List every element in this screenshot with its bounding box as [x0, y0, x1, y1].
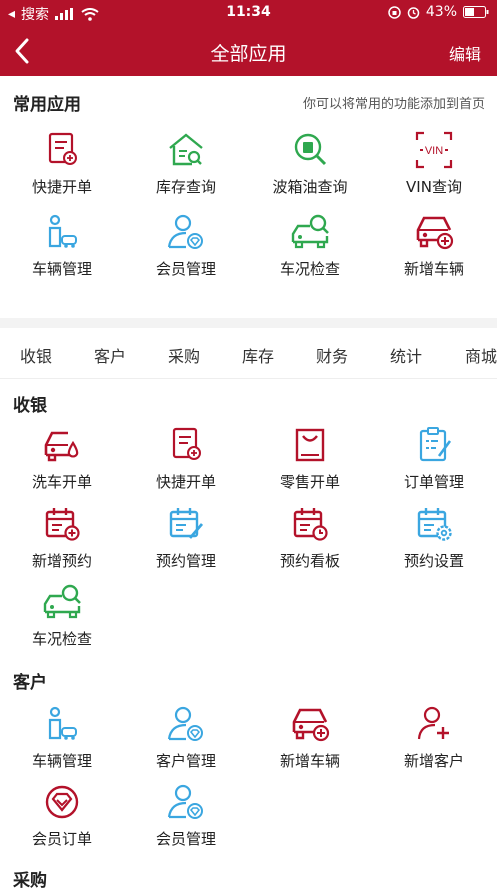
- app-add-appointment[interactable]: 新增预约: [0, 504, 124, 576]
- nav-bar: 全部应用 编辑: [0, 26, 497, 76]
- customer-section-title: 客户: [13, 673, 47, 693]
- app-member-management-2[interactable]: 会员管理: [124, 782, 248, 854]
- app-label: 车辆管理: [31, 260, 92, 278]
- cashier-section-title: 收银: [13, 396, 47, 416]
- car-wash-order-icon: [44, 431, 79, 462]
- app-label: 订单管理: [403, 473, 464, 491]
- tab-purchase[interactable]: 采购: [168, 343, 200, 367]
- tab-cashier[interactable]: 收银: [20, 343, 52, 367]
- orientation-lock-icon: [388, 5, 401, 19]
- app-label: VIN查询: [406, 178, 462, 196]
- app-label: 波箱油查询: [272, 178, 348, 196]
- app-label: 零售开单: [279, 473, 340, 491]
- app-label: 预约看板: [279, 552, 340, 570]
- quick-order-icon: [172, 427, 201, 460]
- app-label: 车辆管理: [31, 752, 92, 770]
- add-customer-icon: [417, 706, 449, 740]
- app-gearbox-oil-query[interactable]: 波箱油查询: [248, 130, 372, 202]
- app-label: 洗车开单: [31, 473, 92, 491]
- add-vehicle-icon: [292, 708, 330, 742]
- app-label: 新增车辆: [403, 260, 464, 278]
- status-right: 43%: [388, 4, 489, 20]
- app-vin-query[interactable]: VIN VIN查询: [372, 130, 496, 202]
- app-label: 库存查询: [155, 178, 216, 196]
- tab-mall[interactable]: 商城: [465, 343, 497, 367]
- app-vehicle-inspection[interactable]: 车况检查: [248, 212, 372, 284]
- page-title: 全部应用: [210, 43, 287, 65]
- svg-text:VIN: VIN: [425, 145, 443, 157]
- member-management-icon: [167, 214, 203, 249]
- app-appointment-management[interactable]: 预约管理: [124, 504, 248, 576]
- section-divider: [0, 318, 497, 328]
- app-label: 预约管理: [155, 552, 216, 570]
- battery-icon: [463, 6, 489, 18]
- customer-management-icon: [167, 706, 203, 741]
- tab-inventory[interactable]: 库存: [242, 343, 274, 367]
- app-label: 快捷开单: [155, 473, 216, 491]
- add-vehicle-icon: [416, 216, 454, 250]
- appointment-board-icon: [293, 508, 328, 541]
- battery-percent: 43%: [425, 4, 457, 20]
- quick-order-icon: [48, 132, 77, 165]
- vin-query-icon: VIN: [415, 131, 453, 169]
- app-appointment-settings[interactable]: 预约设置: [372, 504, 496, 576]
- app-vehicle-management-2[interactable]: 车辆管理: [0, 704, 124, 776]
- app-label: 新增车辆: [279, 752, 340, 770]
- app-vehicle-inspection-2[interactable]: 车况检查: [0, 582, 124, 654]
- gearbox-oil-query-icon: [294, 133, 327, 166]
- retail-order-icon: [295, 428, 325, 462]
- tab-finance[interactable]: 财务: [316, 343, 348, 367]
- vehicle-inspection-icon: [43, 584, 81, 619]
- app-label: 会员管理: [155, 260, 216, 278]
- app-quick-order[interactable]: 快捷开单: [0, 130, 124, 202]
- inventory-query-icon: [169, 133, 203, 166]
- tab-statistics[interactable]: 统计: [390, 343, 422, 367]
- member-order-icon: [45, 785, 79, 819]
- category-tabs: 收银 客户 采购 库存 财务 统计 商城: [0, 328, 497, 379]
- vehicle-inspection-icon: [291, 214, 329, 249]
- app-member-management[interactable]: 会员管理: [124, 212, 248, 284]
- appointment-management-icon: [169, 508, 204, 539]
- alarm-icon: [407, 6, 420, 19]
- app-inventory-query[interactable]: 库存查询: [124, 130, 248, 202]
- app-add-vehicle[interactable]: 新增车辆: [372, 212, 496, 284]
- app-label: 预约设置: [403, 552, 464, 570]
- app-member-order[interactable]: 会员订单: [0, 782, 124, 854]
- app-vehicle-management[interactable]: 车辆管理: [0, 212, 124, 284]
- vehicle-management-icon: [48, 706, 77, 740]
- app-appointment-board[interactable]: 预约看板: [248, 504, 372, 576]
- tab-customer[interactable]: 客户: [94, 343, 126, 367]
- app-order-management[interactable]: 订单管理: [372, 425, 496, 497]
- order-management-icon: [419, 427, 452, 462]
- app-car-wash-order[interactable]: 洗车开单: [0, 425, 124, 497]
- purchase-section-title: 采购: [13, 871, 47, 891]
- appointment-settings-icon: [417, 508, 452, 541]
- member-management-icon: [167, 784, 203, 819]
- app-retail-order[interactable]: 零售开单: [248, 425, 372, 497]
- status-bar: ◂ 搜索 11:34 43%: [0, 0, 497, 26]
- app-customer-management[interactable]: 客户管理: [124, 704, 248, 776]
- app-add-customer[interactable]: 新增客户: [372, 704, 496, 776]
- app-add-vehicle-2[interactable]: 新增车辆: [248, 704, 372, 776]
- app-label: 快捷开单: [31, 178, 92, 196]
- app-label: 会员管理: [155, 830, 216, 848]
- common-apps-title: 常用应用: [13, 95, 81, 115]
- add-appointment-icon: [45, 508, 80, 541]
- app-label: 新增客户: [403, 752, 464, 770]
- app-label: 车况检查: [279, 260, 340, 278]
- app-label: 客户管理: [155, 752, 216, 770]
- edit-button[interactable]: 编辑: [449, 41, 481, 65]
- app-label: 会员订单: [31, 830, 92, 848]
- common-apps-hint: 你可以将常用的功能添加到首页: [302, 97, 485, 112]
- app-label: 车况检查: [31, 630, 92, 648]
- app-quick-order-2[interactable]: 快捷开单: [124, 425, 248, 497]
- vehicle-management-icon: [48, 214, 77, 248]
- app-label: 新增预约: [31, 552, 92, 570]
